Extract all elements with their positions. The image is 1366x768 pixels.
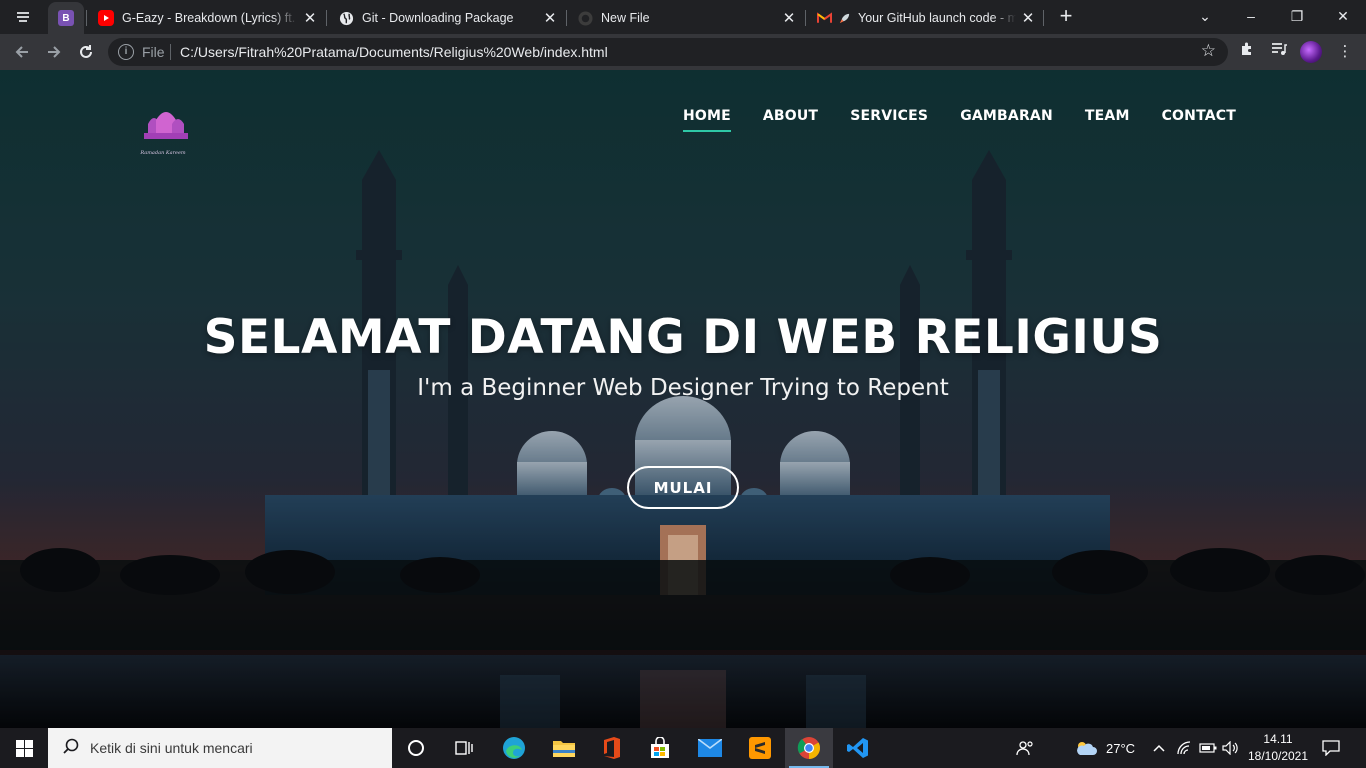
close-icon[interactable]: ✕	[781, 9, 797, 27]
info-icon[interactable]: i	[118, 44, 134, 60]
hero-subtitle: I'm a Beginner Web Designer Trying to Re…	[417, 375, 949, 401]
windows-taskbar: Ketik di sini untuk mencari 27°C 14.11 1…	[0, 728, 1366, 768]
tab-title: New File	[601, 11, 650, 25]
tab-git[interactable]: Git - Downloading Package ✕	[338, 2, 558, 34]
extensions-puzzle-icon[interactable]	[1236, 41, 1258, 63]
profile-avatar[interactable]	[1300, 41, 1322, 63]
task-view-icon[interactable]	[440, 728, 488, 768]
rocket-icon	[836, 10, 852, 26]
battery-icon[interactable]	[1199, 728, 1217, 768]
media-queue-icon[interactable]	[1268, 41, 1290, 63]
tab-youtube[interactable]: G-Eazy - Breakdown (Lyrics) ft. Drake ✕	[98, 2, 318, 34]
page-viewport: Ramadan Kareem HOME ABOUT SERVICES GAMBA…	[0, 70, 1366, 728]
close-icon[interactable]: ✕	[302, 9, 318, 27]
show-hidden-icons-chevron-up-icon[interactable]	[1152, 728, 1166, 768]
pinned-tab[interactable]: B	[58, 2, 78, 34]
address-bar[interactable]: i File C:/Users/Fitrah%20Pratama/Documen…	[108, 38, 1228, 66]
tab-separator	[1043, 10, 1044, 26]
weather-temperature: 27°C	[1106, 740, 1136, 756]
main-navigation: HOME ABOUT SERVICES GAMBARAN TEAM CONTAC…	[682, 108, 1236, 132]
notifications-icon[interactable]	[1322, 728, 1340, 768]
ramadan-crescent-logo[interactable]	[126, 76, 196, 160]
windows-start-icon[interactable]	[0, 728, 48, 768]
browser-toolbar: i File C:/Users/Fitrah%20Pratama/Documen…	[0, 34, 1366, 70]
bootstrap-icon: B	[58, 10, 74, 26]
close-icon[interactable]: ✕	[1020, 9, 1036, 27]
taskbar-search-box[interactable]: Ketik di sini untuk mencari	[48, 728, 392, 768]
people-icon[interactable]	[1016, 728, 1036, 768]
tab-separator	[86, 10, 87, 26]
youtube-icon	[98, 10, 114, 26]
omnibox-divider	[170, 44, 171, 60]
tab-title: G-Eazy - Breakdown (Lyrics) ft. Drake	[122, 11, 298, 25]
cortana-circle-icon[interactable]	[392, 728, 440, 768]
tab-title: Your GitHub launch code - m	[858, 11, 1016, 25]
tab-search-icon[interactable]	[10, 5, 36, 31]
file-explorer-icon[interactable]	[540, 728, 588, 768]
new-tab-plus-icon[interactable]: +	[1054, 5, 1078, 29]
nav-services[interactable]: SERVICES	[850, 108, 928, 132]
mulai-button[interactable]: MULAI	[627, 466, 739, 509]
nav-home[interactable]: HOME	[682, 108, 731, 132]
system-clock[interactable]: 14.11 18/10/2021	[1246, 731, 1310, 765]
mail-icon[interactable]	[686, 728, 734, 768]
microsoft-store-icon[interactable]	[636, 728, 684, 768]
tab-separator	[326, 10, 327, 26]
tab-separator	[805, 10, 806, 26]
office-icon[interactable]	[588, 728, 636, 768]
close-icon[interactable]: ✕	[542, 9, 558, 27]
url-text[interactable]: C:/Users/Fitrah%20Pratama/Documents/Reli…	[180, 44, 608, 60]
sublime-text-icon[interactable]	[736, 728, 784, 768]
back-arrow-icon[interactable]	[10, 40, 34, 64]
weather-widget[interactable]: 27°C	[1074, 728, 1135, 768]
tab-search-chevron-down-icon[interactable]: ⌄	[1194, 4, 1216, 28]
bookmark-star-icon[interactable]: ☆	[1201, 41, 1216, 61]
logo-caption: Ramadan Kareem	[140, 150, 186, 156]
forward-arrow-icon[interactable]	[42, 40, 66, 64]
nav-team[interactable]: TEAM	[1085, 108, 1130, 132]
nav-about[interactable]: ABOUT	[763, 108, 818, 132]
url-scheme-label: File	[142, 44, 165, 60]
clock-date: 18/10/2021	[1247, 749, 1309, 763]
edge-browser-icon[interactable]	[490, 728, 538, 768]
window-close-icon[interactable]: ✕	[1332, 4, 1354, 28]
nav-gambaran[interactable]: GAMBARAN	[960, 108, 1053, 132]
reload-icon[interactable]	[74, 40, 98, 64]
tab-gmail[interactable]: Your GitHub launch code - m ✕	[816, 2, 1036, 34]
search-placeholder: Ketik di sini untuk mencari	[90, 740, 253, 756]
cloud-icon	[1077, 742, 1097, 755]
menu-kebab-icon[interactable]: ⋮	[1334, 41, 1356, 63]
chrome-icon[interactable]	[785, 728, 833, 768]
gmail-icon	[816, 10, 832, 26]
tab-strip: B G-Eazy - Breakdown (Lyrics) ft. Drake …	[0, 0, 1366, 36]
volume-icon[interactable]	[1222, 728, 1240, 768]
tab-separator	[566, 10, 567, 26]
hero-title: SELAMAT DATANG DI WEB RELIGIUS	[203, 310, 1163, 365]
nav-contact[interactable]: CONTACT	[1162, 108, 1236, 132]
tab-github[interactable]: New File ✕	[577, 2, 797, 34]
restore-icon[interactable]: ❐	[1286, 4, 1308, 28]
search-icon	[62, 737, 84, 760]
tab-title: Git - Downloading Package	[362, 11, 514, 25]
clock-time: 14.11	[1263, 732, 1293, 746]
wifi-icon[interactable]	[1176, 728, 1192, 768]
minimize-icon[interactable]: –	[1240, 4, 1262, 28]
globe-icon	[338, 10, 354, 26]
github-icon	[577, 10, 593, 26]
vscode-icon[interactable]	[834, 728, 882, 768]
